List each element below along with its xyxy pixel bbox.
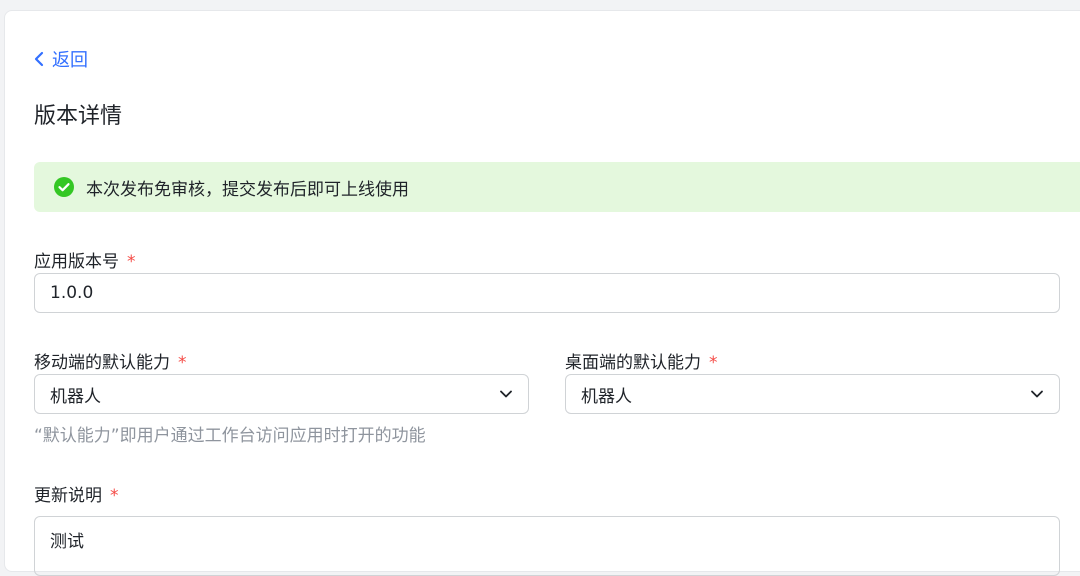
mobile-default-label: 移动端的默认能力 * (34, 348, 187, 373)
desktop-default-value: 机器人 (581, 386, 632, 407)
desktop-default-select[interactable]: 机器人 (565, 374, 1060, 414)
mobile-default-label-text: 移动端的默认能力 (34, 353, 170, 373)
release-notes-value: 测试 (50, 532, 84, 552)
required-mark: * (709, 353, 718, 373)
chevron-down-icon (1031, 390, 1043, 398)
version-input-value: 1.0.0 (50, 283, 94, 303)
back-link[interactable]: 返回 (34, 46, 88, 72)
alert-text: 本次发布免审核，提交发布后即可上线使用 (86, 179, 409, 200)
desktop-default-label: 桌面端的默认能力 * (565, 348, 718, 373)
default-ability-hint: “默认能力”即用户通过工作台访问应用时打开的功能 (34, 426, 426, 446)
release-notes-label-text: 更新说明 (34, 486, 102, 506)
release-notes-label: 更新说明 * (34, 481, 119, 506)
desktop-default-label-text: 桌面端的默认能力 (565, 353, 701, 373)
page-title: 版本详情 (34, 104, 123, 129)
mobile-default-value: 机器人 (50, 386, 101, 407)
version-input[interactable]: 1.0.0 (34, 273, 1060, 313)
required-mark: * (110, 486, 119, 506)
required-mark: * (178, 353, 187, 373)
back-label[interactable]: 返回 (52, 46, 88, 72)
release-notes-textarea[interactable]: 测试 (34, 516, 1060, 576)
chevron-left-icon (34, 51, 44, 67)
version-label-text: 应用版本号 (34, 252, 119, 272)
required-mark: * (127, 252, 136, 272)
check-circle-icon (54, 177, 74, 197)
mobile-default-select[interactable]: 机器人 (34, 374, 529, 414)
success-alert: 本次发布免审核，提交发布后即可上线使用 (34, 162, 1080, 212)
version-label: 应用版本号 * (34, 247, 136, 272)
chevron-down-icon (500, 390, 512, 398)
